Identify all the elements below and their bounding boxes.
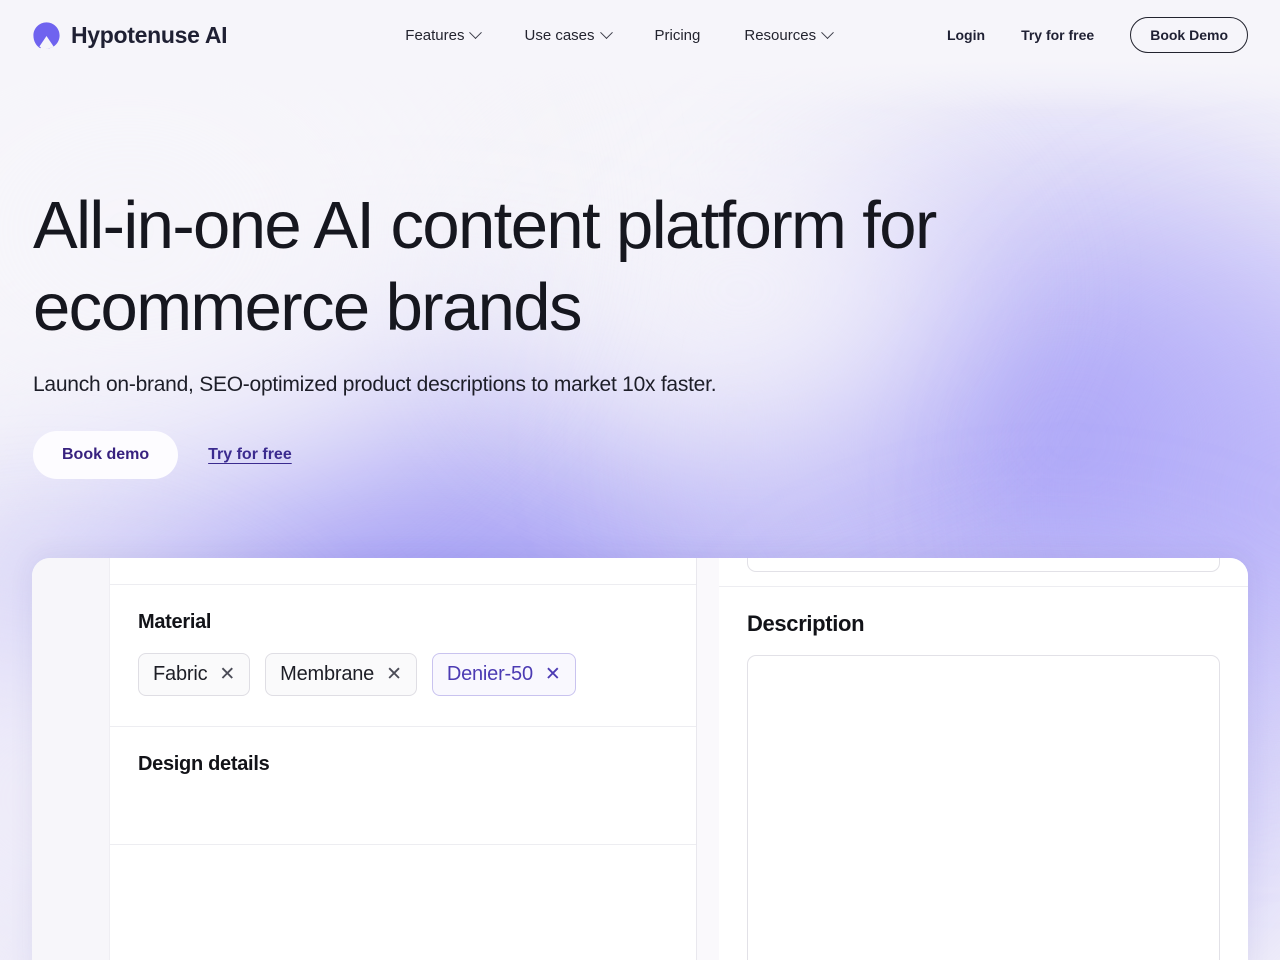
panel-divider <box>697 558 719 960</box>
material-chip-fabric[interactable]: Fabric ✕ <box>138 653 251 696</box>
nav-item-resources[interactable]: Resources <box>744 25 834 44</box>
material-chip-denier-50-label: Denier-50 <box>446 663 533 685</box>
try-for-free-link[interactable]: Try for free <box>1021 27 1094 43</box>
description-textarea[interactable] <box>747 655 1220 960</box>
login-link[interactable]: Login <box>947 27 985 43</box>
material-chip-list: Fabric ✕ Membrane ✕ Denier-50 ✕ <box>138 653 668 696</box>
material-chip-membrane[interactable]: Membrane ✕ <box>265 653 417 696</box>
nav-item-use-cases[interactable]: Use cases <box>524 25 613 44</box>
primary-navigation: Features Use cases Pricing Resources <box>405 25 834 44</box>
close-icon[interactable]: ✕ <box>386 665 402 684</box>
description-panel: Description <box>719 558 1248 960</box>
product-attributes-panel: Material Fabric ✕ Membrane ✕ Denier-50 ✕ <box>110 558 697 960</box>
nav-item-pricing[interactable]: Pricing <box>655 27 701 44</box>
hero-try-for-free-link[interactable]: Try for free <box>208 446 292 464</box>
design-details-field-block: Design details <box>110 727 696 845</box>
chevron-down-icon <box>821 25 834 39</box>
material-chip-denier-50[interactable]: Denier-50 ✕ <box>431 653 576 696</box>
chevron-down-icon <box>599 25 613 39</box>
app-sidebar-rail[interactable] <box>32 558 110 960</box>
book-demo-button[interactable]: Book Demo <box>1130 17 1248 53</box>
app-preview-body: Material Fabric ✕ Membrane ✕ Denier-50 ✕ <box>110 558 1248 960</box>
design-details-label: Design details <box>138 753 270 775</box>
title-field-partial[interactable] <box>747 558 1220 572</box>
hypotenuse-arch-logo-icon <box>33 21 60 49</box>
material-chip-fabric-label: Fabric <box>153 663 208 685</box>
hero-title: All-in-one AI content platform for ecomm… <box>33 188 937 345</box>
nav-item-features[interactable]: Features <box>405 25 483 44</box>
brand-logo-link[interactable]: Hypotenuse AI <box>33 21 228 49</box>
nav-item-features-label: Features <box>405 26 465 44</box>
hero-cta-group: Book demo Try for free <box>33 431 1133 479</box>
nav-item-pricing-label: Pricing <box>654 26 701 44</box>
header-actions: Login Try for free Book Demo <box>947 17 1248 53</box>
hero-subtitle: Launch on-brand, SEO-optimized product d… <box>33 373 717 396</box>
material-chip-membrane-label: Membrane <box>280 663 375 685</box>
nav-item-use-cases-label: Use cases <box>524 26 595 44</box>
brand-name: Hypotenuse AI <box>71 21 228 48</box>
site-header: Hypotenuse AI Features Use cases Pricing… <box>0 0 1280 70</box>
material-field-block: Material Fabric ✕ Membrane ✕ Denier-50 ✕ <box>110 585 696 727</box>
nav-item-resources-label: Resources <box>744 26 817 44</box>
close-icon[interactable]: ✕ <box>545 665 561 684</box>
panel-top-partial-row <box>110 558 696 585</box>
material-label: Material <box>138 611 212 633</box>
hero-section: All-in-one AI content platform for ecomm… <box>33 185 1133 479</box>
close-icon[interactable]: ✕ <box>219 665 235 684</box>
app-preview-card: Material Fabric ✕ Membrane ✕ Denier-50 ✕ <box>32 558 1248 960</box>
description-label: Description <box>747 611 865 636</box>
hero-book-demo-button[interactable]: Book demo <box>33 431 179 479</box>
chevron-down-icon <box>469 25 483 39</box>
